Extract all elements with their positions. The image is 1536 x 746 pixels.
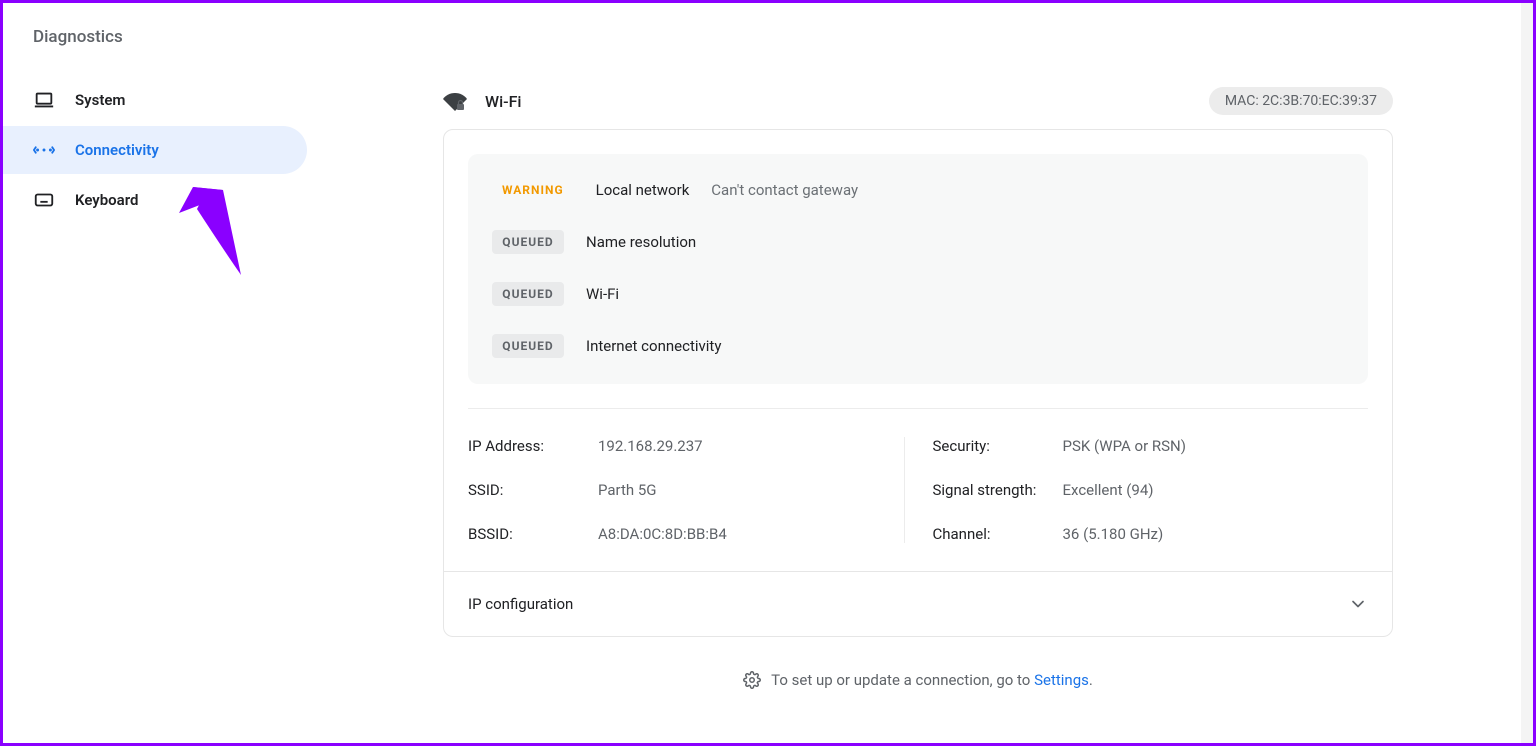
- signal-strength-value: Excellent (94): [1063, 481, 1369, 499]
- ip-configuration-expander[interactable]: IP configuration: [444, 571, 1392, 636]
- test-row-local-network: WARNING Local network Can't contact gate…: [492, 164, 1344, 216]
- laptop-icon: [33, 89, 55, 111]
- ip-address-value: 192.168.29.237: [598, 437, 904, 455]
- network-details-right: Security: PSK (WPA or RSN) Signal streng…: [905, 437, 1369, 543]
- wifi-secure-icon: [443, 89, 467, 113]
- test-name: Internet connectivity: [586, 337, 721, 355]
- channel-value: 36 (5.180 GHz): [1063, 525, 1369, 543]
- scrollbar[interactable]: [1521, 3, 1533, 743]
- test-name: Name resolution: [586, 233, 696, 251]
- detail-key: Security:: [933, 437, 1063, 455]
- ssid-value: Parth 5G: [598, 481, 904, 499]
- sidebar-item-keyboard[interactable]: Keyboard: [3, 176, 307, 224]
- security-value: PSK (WPA or RSN): [1063, 437, 1369, 455]
- test-row-name-resolution: QUEUED Name resolution: [492, 216, 1344, 268]
- transfer-icon: [33, 139, 55, 161]
- status-badge-queued: QUEUED: [492, 334, 564, 358]
- test-detail: Can't contact gateway: [711, 181, 858, 199]
- mac-address-chip: MAC: 2C:3B:70:EC:39:37: [1209, 87, 1393, 115]
- test-row-wifi: QUEUED Wi-Fi: [492, 268, 1344, 320]
- main-content: Wi-Fi MAC: 2C:3B:70:EC:39:37 WARNING Loc…: [313, 3, 1533, 743]
- footer-hint-text: To set up or update a connection, go to …: [771, 671, 1093, 689]
- app-title: Diagnostics: [3, 27, 313, 75]
- footer-hint: To set up or update a connection, go to …: [443, 637, 1393, 689]
- connectivity-card: WARNING Local network Can't contact gate…: [443, 129, 1393, 637]
- sidebar-item-label: Keyboard: [75, 191, 138, 209]
- chevron-down-icon: [1348, 594, 1368, 614]
- sidebar-item-connectivity[interactable]: Connectivity: [3, 126, 307, 174]
- test-name: Wi-Fi: [586, 285, 619, 303]
- page-header: Wi-Fi MAC: 2C:3B:70:EC:39:37: [443, 27, 1393, 129]
- page-title: Wi-Fi: [485, 92, 522, 111]
- keyboard-icon: [33, 189, 55, 211]
- sidebar-item-system[interactable]: System: [3, 76, 307, 124]
- status-badge-warning: WARNING: [492, 178, 574, 202]
- detail-key: Signal strength:: [933, 481, 1063, 499]
- status-badge-queued: QUEUED: [492, 282, 564, 306]
- test-name: Local network: [596, 181, 690, 199]
- status-badge-queued: QUEUED: [492, 230, 564, 254]
- detail-key: BSSID:: [468, 525, 598, 543]
- gear-icon: [743, 671, 761, 689]
- detail-key: Channel:: [933, 525, 1063, 543]
- ip-configuration-label: IP configuration: [468, 595, 573, 613]
- sidebar: Diagnostics System: [3, 3, 313, 743]
- detail-key: IP Address:: [468, 437, 598, 455]
- bssid-value: A8:DA:0C:8D:BB:B4: [598, 525, 904, 543]
- sidebar-item-label: Connectivity: [75, 141, 159, 159]
- detail-key: SSID:: [468, 481, 598, 499]
- network-details-left: IP Address: 192.168.29.237 SSID: Parth 5…: [468, 437, 904, 543]
- sidebar-nav: System Connectivity: [3, 75, 313, 225]
- tests-panel: WARNING Local network Can't contact gate…: [468, 154, 1368, 384]
- test-row-internet: QUEUED Internet connectivity: [492, 320, 1344, 372]
- settings-link[interactable]: Settings: [1034, 671, 1089, 689]
- network-details: IP Address: 192.168.29.237 SSID: Parth 5…: [444, 409, 1392, 571]
- sidebar-item-label: System: [75, 91, 125, 109]
